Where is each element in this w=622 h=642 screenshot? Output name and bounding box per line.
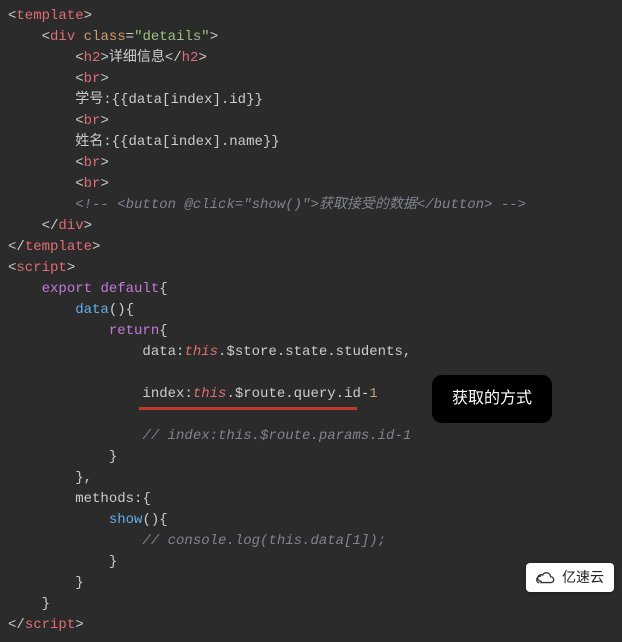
annotation-callout: 获取的方式 (432, 375, 552, 423)
tag-template-open: template (16, 8, 83, 24)
tag-div-open: div (50, 29, 75, 45)
comment-console: // console.log(this.data[1]); (142, 533, 386, 549)
tag-h2-close: h2 (182, 50, 199, 66)
kw-return: return (109, 323, 159, 339)
code-editor: <template> <div class="details"> <h2>详细信… (0, 0, 622, 642)
key-index: index (142, 386, 184, 402)
comment-button: <!-- <button @click="show()">获取接受的数据</bu… (75, 197, 526, 213)
watermark-badge: 亿速云 (526, 563, 614, 592)
func-show: show (109, 512, 143, 528)
string-details: "details" (134, 29, 210, 45)
callout-text: 获取的方式 (452, 390, 532, 407)
text-name-label: 姓名: (75, 134, 111, 150)
this-keyword: this (193, 386, 227, 402)
key-data: data (142, 344, 176, 360)
watermark-text: 亿速云 (562, 567, 604, 588)
tag-br: br (84, 71, 101, 87)
tag-br: br (84, 176, 101, 192)
tag-template-close: template (25, 239, 92, 255)
text-id-label: 学号: (75, 92, 111, 108)
tag-div-close: div (58, 218, 83, 234)
tag-script-open: script (16, 260, 66, 276)
tag-br: br (84, 155, 101, 171)
cloud-icon (536, 570, 556, 586)
tag-h2-open: h2 (84, 50, 101, 66)
this-keyword: this (184, 344, 218, 360)
text-heading: 详细信息 (109, 50, 165, 66)
kw-export: export (42, 281, 92, 297)
tag-script-close: script (25, 617, 75, 633)
highlight-underline (139, 407, 357, 410)
comment-params: // index:this.$route.params.id-1 (142, 428, 411, 444)
key-methods: methods (75, 491, 134, 507)
func-data: data (75, 302, 109, 318)
kw-default: default (100, 281, 159, 297)
tag-br: br (84, 113, 101, 129)
attr-class: class (84, 29, 126, 45)
